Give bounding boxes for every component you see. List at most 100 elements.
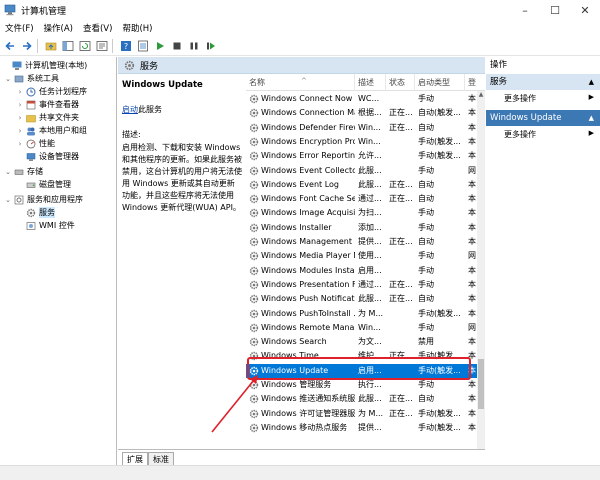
service-row[interactable]: Windows Defender Firew...Win... 正在... 自动 本 xyxy=(246,121,477,135)
service-desc-cell: 此服... xyxy=(358,165,382,175)
collapse-up-icon[interactable]: ▲ xyxy=(589,110,594,126)
service-status-cell xyxy=(386,378,415,392)
start-service-link[interactable]: 启动 xyxy=(122,105,138,114)
service-desc-cell: Win... xyxy=(358,136,381,146)
expanded-chevron-icon[interactable]: ⌄ xyxy=(4,196,12,204)
expand-chevron-icon[interactable]: › xyxy=(16,114,24,122)
service-row[interactable]: Windows PushToInstall ... 为 M... 手动(触发... 本 xyxy=(246,307,477,321)
service-row[interactable]: Windows Encryption Pro... Win... 手动(触发... 本 xyxy=(246,135,477,149)
expanded-chevron-icon[interactable]: ⌄ xyxy=(4,168,12,176)
tree-item-storage[interactable]: ⌄ 存储 xyxy=(4,165,43,178)
service-row[interactable]: Windows Event Collector 此服... 手动 网 xyxy=(246,164,477,178)
service-row[interactable]: Windows Update 启用... 手动(触发... 本 xyxy=(246,363,477,378)
tree-item-system-tools[interactable]: ⌄ 系统工具 xyxy=(4,72,59,85)
up-folder-icon[interactable] xyxy=(44,39,58,53)
menu-file[interactable]: 文件(F) xyxy=(0,22,39,34)
column-header-startup[interactable]: 启动类型 xyxy=(415,74,465,91)
service-row[interactable]: Windows Push Notificati... 此服... 正在... 自动 本 xyxy=(246,292,477,306)
action-more-label: 更多操作 xyxy=(504,94,536,103)
service-status-cell xyxy=(386,421,415,435)
service-row[interactable]: Windows Media Player N...使用... 手动 网 xyxy=(246,249,477,263)
forward-icon[interactable] xyxy=(20,39,34,53)
expanded-chevron-icon[interactable]: ⌄ xyxy=(4,75,12,83)
service-logon-cell: 本 xyxy=(468,422,476,432)
maximize-button[interactable]: ☐ xyxy=(540,0,570,20)
service-row[interactable]: Windows Management I... 提供... 正在... 自动 本 xyxy=(246,235,477,249)
toolbar-separator xyxy=(37,38,38,53)
pause-service-icon[interactable] xyxy=(187,39,201,53)
actions-section-services[interactable]: 服务 ▲ xyxy=(486,74,600,90)
scroll-up-icon[interactable]: ▲ xyxy=(477,91,485,99)
expand-chevron-icon[interactable]: › xyxy=(16,140,24,148)
event-log-icon xyxy=(26,100,36,109)
expand-chevron-icon[interactable]: › xyxy=(16,88,24,96)
tree-item-task-scheduler[interactable]: › 任务计划程序 xyxy=(16,85,87,98)
tree-item-shared-folders[interactable]: › 共享文件夹 xyxy=(16,111,79,124)
minimize-button[interactable]: – xyxy=(510,0,540,20)
export-list-icon[interactable] xyxy=(95,39,109,53)
tree-item-local-users[interactable]: › 本地用户和组 xyxy=(16,124,87,137)
properties-icon[interactable] xyxy=(136,39,150,53)
service-startup-cell: 手动 xyxy=(418,251,434,261)
service-startup-cell: 手动(触发... xyxy=(418,151,461,161)
expand-chevron-icon[interactable]: › xyxy=(16,127,24,135)
service-logon-cell: 本 xyxy=(468,265,476,275)
service-row[interactable]: Windows Image Acquisiti...为扫... 手动 本 xyxy=(246,206,477,220)
tree-item-disk-management[interactable]: 磁盘管理 xyxy=(16,178,71,191)
service-desc-cell: 为扫... xyxy=(358,208,382,218)
refresh-icon[interactable] xyxy=(78,39,92,53)
help-icon[interactable]: ? xyxy=(119,39,133,53)
back-icon[interactable] xyxy=(3,39,17,53)
tree-item-event-viewer[interactable]: › 事件查看器 xyxy=(16,98,79,111)
service-row[interactable]: Windows Installer 添加... 手动 本 xyxy=(246,221,477,235)
actions-pane: 操作 服务 ▲ 更多操作 ▶ Windows Update ▲ 更多操作 ▶ xyxy=(486,57,600,465)
service-status-cell xyxy=(386,249,415,263)
action-more-actions-1[interactable]: 更多操作 xyxy=(504,93,536,104)
service-row[interactable]: Windows Modules Install...启用... 手动 本 xyxy=(246,264,477,278)
tree-item-services[interactable]: 服务 xyxy=(16,206,55,219)
tree-item-root[interactable]: 计算机管理(本地) xyxy=(2,59,87,72)
tab-extended[interactable]: 扩展 xyxy=(122,452,148,465)
column-header-status[interactable]: 状态 xyxy=(386,74,415,91)
action-more-actions-2[interactable]: 更多操作 xyxy=(504,129,536,140)
service-row[interactable]: Windows Remote Manag...Win... 手动 网 xyxy=(246,321,477,335)
service-row[interactable]: Windows 移动热点服务 提供... 手动(触发... 本 xyxy=(246,421,477,435)
vertical-scrollbar[interactable]: ▲ ▼ xyxy=(477,91,485,464)
close-button[interactable]: ✕ xyxy=(570,0,600,20)
column-header-name[interactable]: 名称 ^ xyxy=(246,74,355,91)
service-row[interactable]: Windows Search 为文... 禁用 本 xyxy=(246,335,477,349)
tree-item-wmi[interactable]: WMI 控件 xyxy=(16,219,75,232)
service-row[interactable]: Windows 管理服务 执行... 手动 本 xyxy=(246,378,477,392)
service-row[interactable]: Windows Event Log 此服... 正在... 自动 本 xyxy=(246,178,477,192)
service-row[interactable]: Windows Error Reportin... 允许... 手动(触发... 本 xyxy=(246,149,477,163)
scrollbar-thumb[interactable] xyxy=(478,359,484,409)
service-row[interactable]: Windows Font Cache Ser...通过... 正在... 自动 本 xyxy=(246,192,477,206)
restart-service-icon[interactable] xyxy=(204,39,218,53)
tree-label-system-tools: 系统工具 xyxy=(27,74,59,83)
menu-help[interactable]: 帮助(H) xyxy=(117,22,157,34)
service-startup-cell: 手动 xyxy=(418,222,434,232)
service-row[interactable]: Windows Presentation Fo...通过... 正在... 手动 本 xyxy=(246,278,477,292)
start-service-icon[interactable] xyxy=(153,39,167,53)
actions-section-windows-update[interactable]: Windows Update ▲ xyxy=(486,110,600,126)
stop-service-icon[interactable] xyxy=(170,39,184,53)
column-header-desc[interactable]: 描述 xyxy=(355,74,386,91)
menu-action[interactable]: 操作(A) xyxy=(39,22,78,34)
show-tree-icon[interactable] xyxy=(61,39,75,53)
collapse-up-icon[interactable]: ▲ xyxy=(589,74,594,90)
service-row[interactable]: Windows 推送通知系统服务 此服... 正在... 自动 本 xyxy=(246,392,477,406)
selected-service-name: Windows Update xyxy=(122,80,203,90)
service-name-cell: Windows 移动热点服务 xyxy=(261,422,348,432)
service-row[interactable]: Windows 许可证管理器服务为 M... 正在... 手动(触发... 本 xyxy=(246,407,477,421)
column-header-logon[interactable]: 登 xyxy=(465,74,477,91)
menu-view[interactable]: 查看(V) xyxy=(78,22,117,34)
tree-item-services-apps[interactable]: ⌄ 服务和应用程序 xyxy=(4,193,83,206)
service-logon-cell: 本 xyxy=(468,351,476,361)
tree-item-performance[interactable]: › 性能 xyxy=(16,137,55,150)
tab-standard[interactable]: 标准 xyxy=(148,452,174,465)
service-row[interactable]: Windows Time 维护... 正在... 手动(触发... 本 xyxy=(246,349,477,363)
expand-chevron-icon[interactable]: › xyxy=(16,101,24,109)
service-row[interactable]: Windows Connection Ma...根据... 正在... 自动(触发.… xyxy=(246,106,477,120)
service-row[interactable]: Windows Connect Now -... WC... 手动 本 xyxy=(246,92,477,106)
tree-item-device-manager[interactable]: 设备管理器 xyxy=(16,150,79,163)
